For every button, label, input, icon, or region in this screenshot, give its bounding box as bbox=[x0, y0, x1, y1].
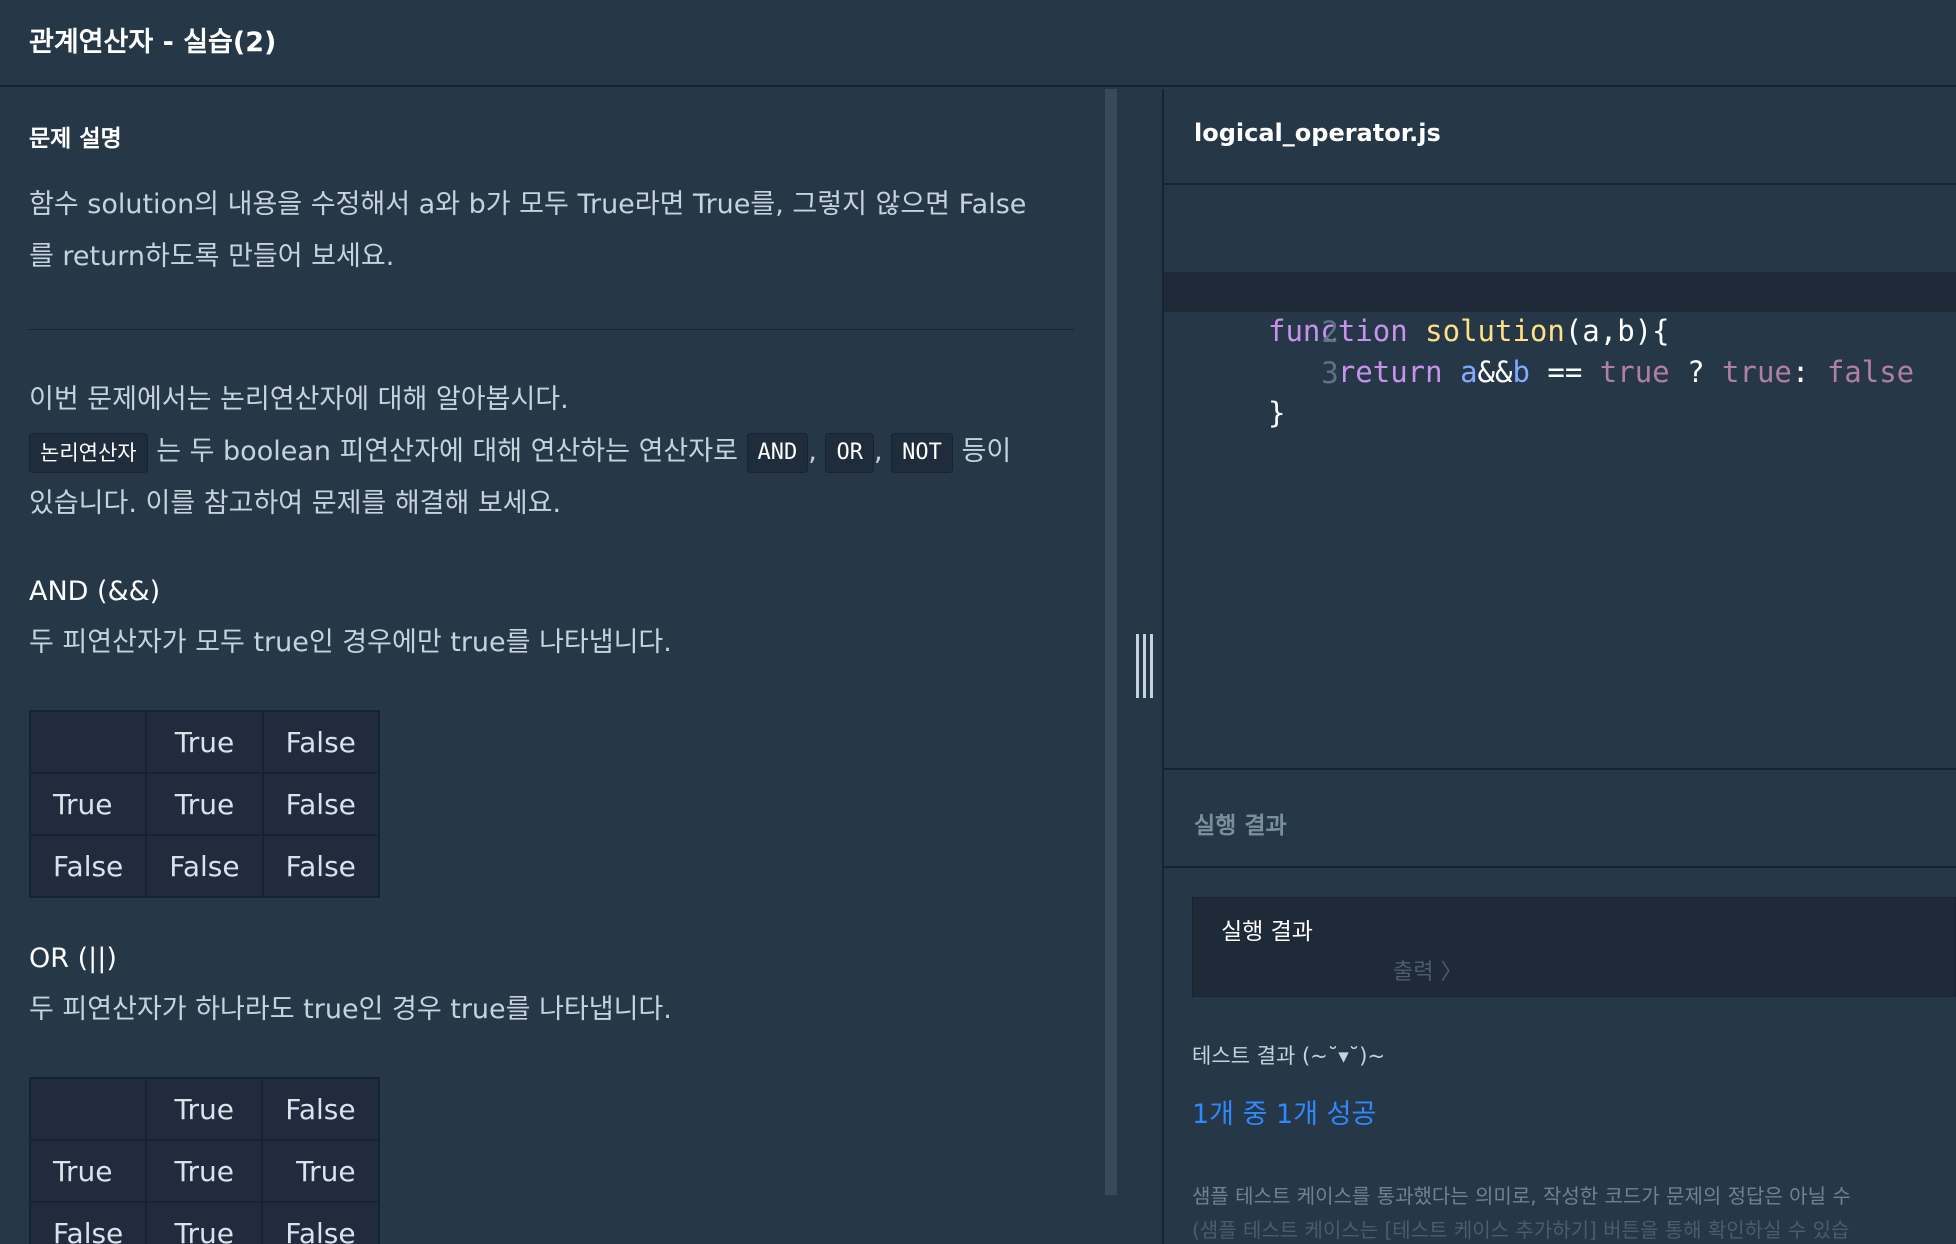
table-cell: True bbox=[28, 772, 148, 836]
or-heading: OR (||) bbox=[29, 943, 117, 974]
and-heading: AND (&&) bbox=[29, 576, 161, 607]
description-scrollbar[interactable] bbox=[1105, 89, 1117, 1195]
desc-line1: 이번 문제에서는 논리연산자에 대해 알아봅시다. bbox=[29, 384, 569, 415]
desc-line3: 있습니다. 이를 참고하여 문제를 해결해 보세요. bbox=[29, 488, 562, 519]
table-cell: False bbox=[145, 834, 264, 898]
table-cell: False bbox=[261, 772, 380, 836]
table-row: True True True bbox=[28, 1139, 380, 1203]
table-cell: False bbox=[261, 834, 380, 898]
table-row: False False False bbox=[28, 834, 380, 898]
resize-grip-line bbox=[1142, 634, 1146, 698]
comma-1: , bbox=[808, 436, 817, 467]
problem-intro-line1: 함수 solution의 내용을 수정해서 a와 b가 모두 True라면 Tr… bbox=[29, 189, 1027, 220]
pane-resize-handle[interactable] bbox=[1134, 634, 1154, 698]
code-and: AND bbox=[746, 432, 809, 473]
desc-text-a: 는 두 boolean 피연산자에 대해 연산하는 연산자로 bbox=[156, 436, 738, 467]
table-row: True False bbox=[28, 1077, 380, 1141]
table-row: False True False bbox=[28, 1201, 380, 1244]
test-result-title: 테스트 결과 (~˘▾˘)~ bbox=[1192, 1044, 1386, 1068]
page-title: 관계연산자 - 실습(2) bbox=[29, 27, 277, 58]
code-line[interactable]: 3 } bbox=[1164, 313, 1956, 430]
resize-grip-line bbox=[1135, 634, 1139, 698]
code-text: } bbox=[1268, 396, 1286, 430]
line-number: 3 bbox=[1321, 356, 1339, 390]
and-truth-table: True False True True False False False F… bbox=[28, 710, 380, 898]
problem-section-label: 문제 설명 bbox=[29, 126, 122, 152]
editor-panel: logical_operator.js 1 function solution(… bbox=[1162, 89, 1956, 1244]
table-cell: True bbox=[261, 1139, 380, 1203]
and-description: 두 피연산자가 모두 true인 경우에만 true를 나타냅니다. bbox=[29, 627, 672, 658]
code-not: NOT bbox=[891, 432, 953, 473]
test-result-note: 샘플 테스트 케이스를 통과했다는 의미로, 작성한 코드가 문제의 정답은 아… bbox=[1192, 1184, 1851, 1208]
table-cell: True bbox=[145, 710, 264, 774]
code-text: return a&&b == true ? true: false bbox=[1337, 355, 1915, 389]
resize-grip-line bbox=[1149, 634, 1153, 698]
table-cell bbox=[28, 710, 148, 774]
or-description: 두 피연산자가 하나라도 true인 경우 true를 나타냅니다. bbox=[29, 994, 672, 1025]
top-bar: 관계연산자 - 실습(2) bbox=[0, 0, 1956, 87]
table-cell: False bbox=[28, 834, 148, 898]
test-result-score: 1개 중 1개 성공 bbox=[1192, 1099, 1377, 1130]
problem-intro-line2: 를 return하도록 만들어 보세요. bbox=[29, 241, 395, 272]
table-cell: False bbox=[261, 710, 380, 774]
table-row: True True False bbox=[28, 772, 380, 836]
code-line-active[interactable]: 2 return a&&b == true ? true: false bbox=[1164, 272, 1956, 389]
desc-line2: 논리연산자 는 두 boolean 피연산자에 대해 연산하는 연산자로 AND… bbox=[29, 426, 1079, 478]
table-cell: True bbox=[145, 1201, 264, 1244]
problem-intro: 함수 solution의 내용을 수정해서 a와 b가 모두 True라면 Tr… bbox=[29, 179, 1079, 283]
output-label: 출력 〉 bbox=[1393, 960, 1463, 985]
output-title: 실행 결과 bbox=[1221, 919, 1313, 945]
output-box: 실행 결과 출력 〉 bbox=[1192, 897, 1956, 997]
table-row: True False bbox=[28, 710, 380, 774]
table-cell: False bbox=[28, 1201, 148, 1244]
code-line[interactable]: 1 function solution(a,b){ bbox=[1164, 231, 1956, 348]
results-header: 실행 결과 bbox=[1164, 768, 1956, 868]
table-cell: True bbox=[145, 1139, 264, 1203]
table-cell: True bbox=[145, 1077, 264, 1141]
table-cell: True bbox=[28, 1139, 148, 1203]
table-cell: False bbox=[261, 1077, 380, 1141]
code-or: OR bbox=[825, 432, 874, 473]
problem-panel: 문제 설명 함수 solution의 내용을 수정해서 a와 b가 모두 Tru… bbox=[0, 89, 1105, 1244]
comma-2: , bbox=[873, 436, 883, 467]
table-cell bbox=[28, 1077, 148, 1141]
desc-text-b: 등이 bbox=[961, 436, 1012, 467]
table-cell: True bbox=[145, 772, 264, 836]
code-editor[interactable]: 1 function solution(a,b){ 2 return a&&b … bbox=[1164, 185, 1956, 768]
or-truth-table: True False True True True False True Fal… bbox=[28, 1077, 380, 1244]
file-name: logical_operator.js bbox=[1194, 119, 1441, 147]
results-header-label: 실행 결과 bbox=[1194, 813, 1287, 839]
file-tab[interactable]: logical_operator.js bbox=[1164, 89, 1956, 185]
table-cell: False bbox=[261, 1201, 380, 1244]
test-result-note-2: (샘플 테스트 케이스는 [테스트 케이스 추가하기] 버튼을 통해 확인하실 … bbox=[1192, 1218, 1850, 1242]
section-divider bbox=[29, 329, 1074, 330]
problem-description: 이번 문제에서는 논리연산자에 대해 알아봅시다. 논리연산자 는 두 bool… bbox=[29, 374, 1079, 530]
code-logical-operator: 논리연산자 bbox=[29, 432, 148, 473]
